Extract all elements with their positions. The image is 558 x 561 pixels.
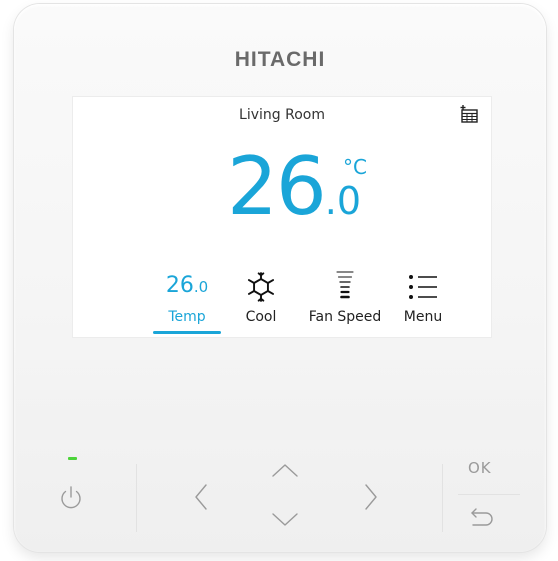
selection-underline xyxy=(153,331,221,334)
set-temperature-display: 26.0 xyxy=(227,147,361,227)
menu-item-label: Menu xyxy=(403,309,443,325)
power-led xyxy=(68,457,77,460)
power-icon[interactable] xyxy=(57,484,85,512)
set-temp-decimal: .0 xyxy=(324,179,362,223)
room-name: Living Room xyxy=(239,107,325,123)
list-icon xyxy=(409,275,437,299)
set-temp-integer: 26 xyxy=(227,140,327,233)
chevron-left-icon[interactable] xyxy=(192,482,212,512)
lcd-screen: Living Room 26.0 °C 26.0 Temp Cool Fan S… xyxy=(72,96,492,338)
back-arrow-icon[interactable] xyxy=(468,506,496,528)
snowflake-icon xyxy=(247,272,275,302)
brand-logo: HITACHI xyxy=(234,48,326,71)
chevron-right-icon[interactable] xyxy=(360,482,380,512)
temp-unit: °C xyxy=(343,155,367,179)
menu-temp-value: 26.0 xyxy=(165,273,209,298)
thermostat-controller: HITACHI Living Room 26.0 °C 26.0 Temp Co… xyxy=(14,4,546,552)
menu-item-mode[interactable]: Cool xyxy=(231,269,291,329)
chevron-up-icon[interactable] xyxy=(270,461,300,481)
fan-speed-icon xyxy=(336,271,354,299)
menu-item-label: Fan Speed xyxy=(308,309,382,325)
ok-button[interactable]: OK xyxy=(468,459,492,477)
chevron-down-icon[interactable] xyxy=(270,510,300,530)
calendar-add-icon[interactable] xyxy=(459,104,479,124)
menu-item-temp[interactable]: 26.0 Temp xyxy=(153,269,221,339)
ok-back-separator xyxy=(458,494,520,495)
menu-item-label: Cool xyxy=(245,309,277,325)
button-divider-right xyxy=(442,464,443,532)
menu-item-fan-speed[interactable]: Fan Speed xyxy=(305,269,385,329)
menu-item-menu[interactable]: Menu xyxy=(395,269,451,329)
menu-item-label: Temp xyxy=(168,309,206,325)
button-divider-left xyxy=(136,464,137,532)
